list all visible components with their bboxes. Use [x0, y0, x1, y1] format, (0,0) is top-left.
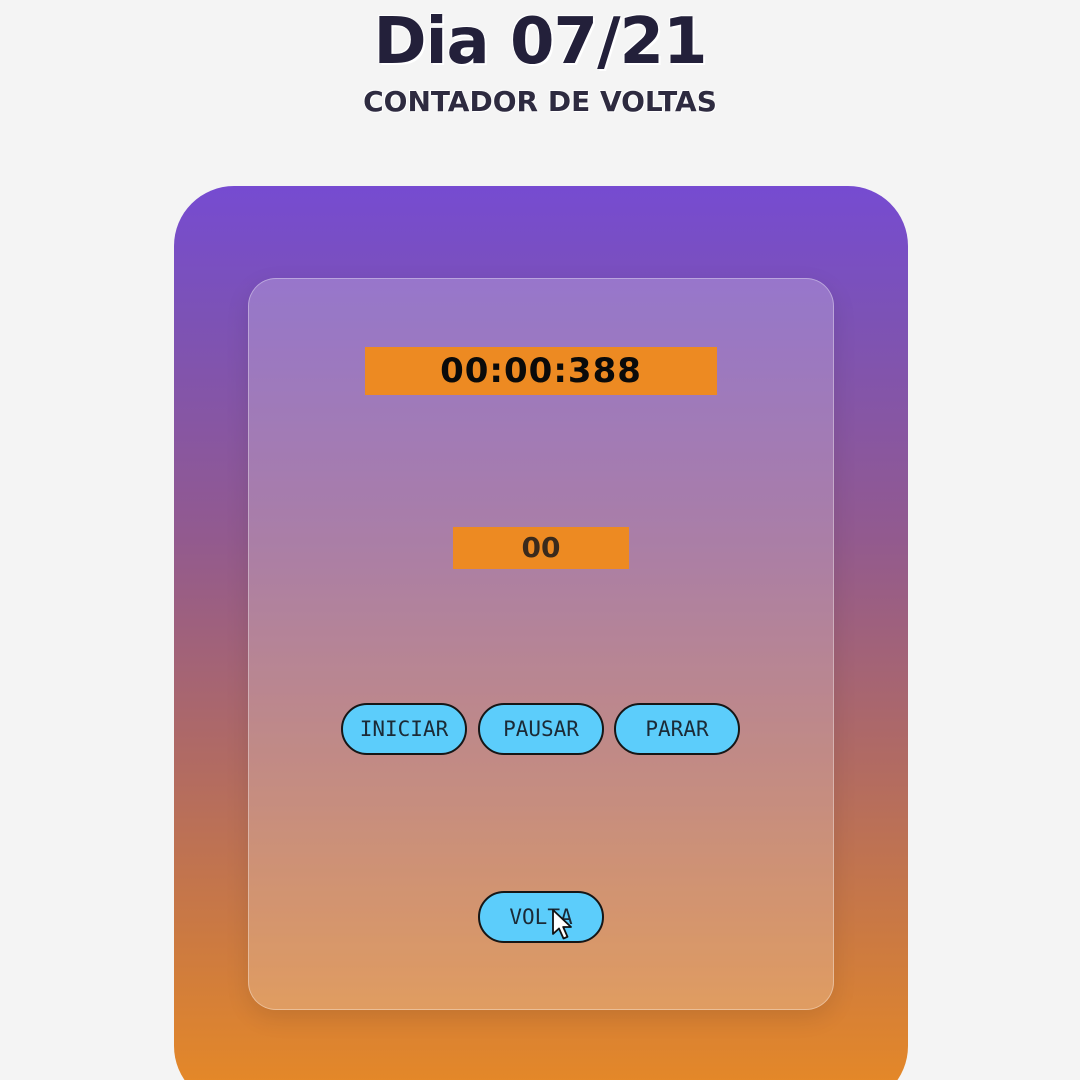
lap-counter-display: 00: [453, 527, 629, 569]
mouse-pointer-icon: [552, 909, 572, 940]
timer-display: 00:00:388: [365, 347, 717, 395]
start-button[interactable]: INICIAR: [341, 703, 467, 755]
page-subtitle: CONTADOR DE VOLTAS: [363, 85, 717, 118]
stop-button[interactable]: PARAR: [614, 703, 740, 755]
page: Dia 07/21 CONTADOR DE VOLTAS 00:00:388 0…: [0, 0, 1080, 1080]
page-title: Dia 07/21: [373, 5, 707, 79]
lap-button[interactable]: VOLTA: [478, 891, 604, 943]
pause-button[interactable]: PAUSAR: [478, 703, 604, 755]
